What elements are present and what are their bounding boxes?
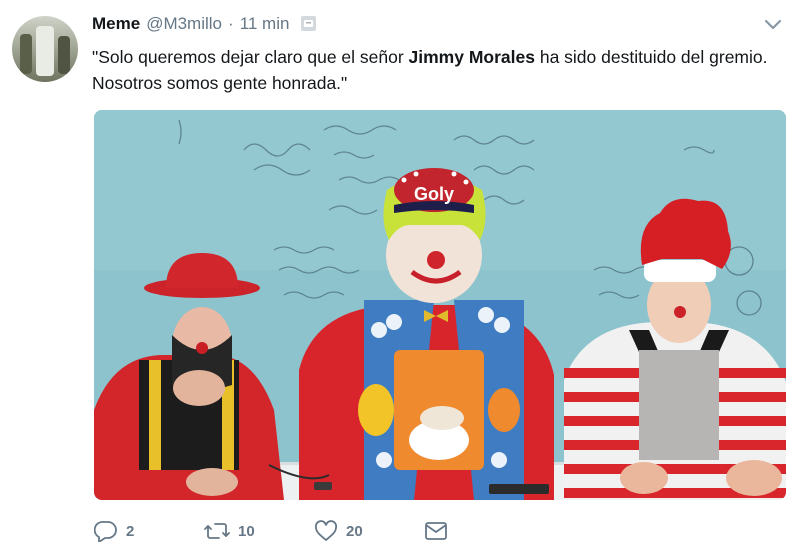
reply-button[interactable]: 2 bbox=[94, 520, 204, 542]
retweet-count: 10 bbox=[238, 522, 255, 540]
like-count: 20 bbox=[346, 522, 363, 540]
timestamp[interactable]: 11 min bbox=[240, 14, 290, 34]
heart-icon bbox=[314, 520, 338, 542]
retweet-button[interactable]: 10 bbox=[204, 520, 314, 542]
tweet-text-part: "Solo queremos dejar claro que el señor bbox=[92, 47, 409, 67]
chevron-down-icon[interactable] bbox=[762, 16, 784, 34]
avatar[interactable] bbox=[12, 16, 78, 82]
tweet-text: "Solo queremos dejar claro que el señor … bbox=[92, 44, 782, 96]
separator-dot: · bbox=[228, 14, 234, 33]
reply-icon bbox=[94, 520, 118, 542]
reply-count: 2 bbox=[126, 522, 135, 540]
mention-name: Jimmy Morales bbox=[408, 47, 535, 67]
tweet-header: Meme @M3millo · 11 min bbox=[92, 14, 317, 34]
message-button[interactable] bbox=[424, 520, 448, 542]
tweet-actions: 2 10 20 bbox=[94, 518, 448, 544]
cap-text: Goly bbox=[414, 184, 454, 204]
like-button[interactable]: 20 bbox=[314, 520, 424, 542]
app-badge-icon bbox=[301, 16, 317, 31]
tweet-photo[interactable]: Goly bbox=[94, 110, 786, 500]
author-handle[interactable]: @M3millo bbox=[146, 14, 222, 34]
envelope-icon bbox=[424, 520, 448, 542]
retweet-icon bbox=[204, 520, 230, 542]
author-name[interactable]: Meme bbox=[92, 14, 140, 34]
